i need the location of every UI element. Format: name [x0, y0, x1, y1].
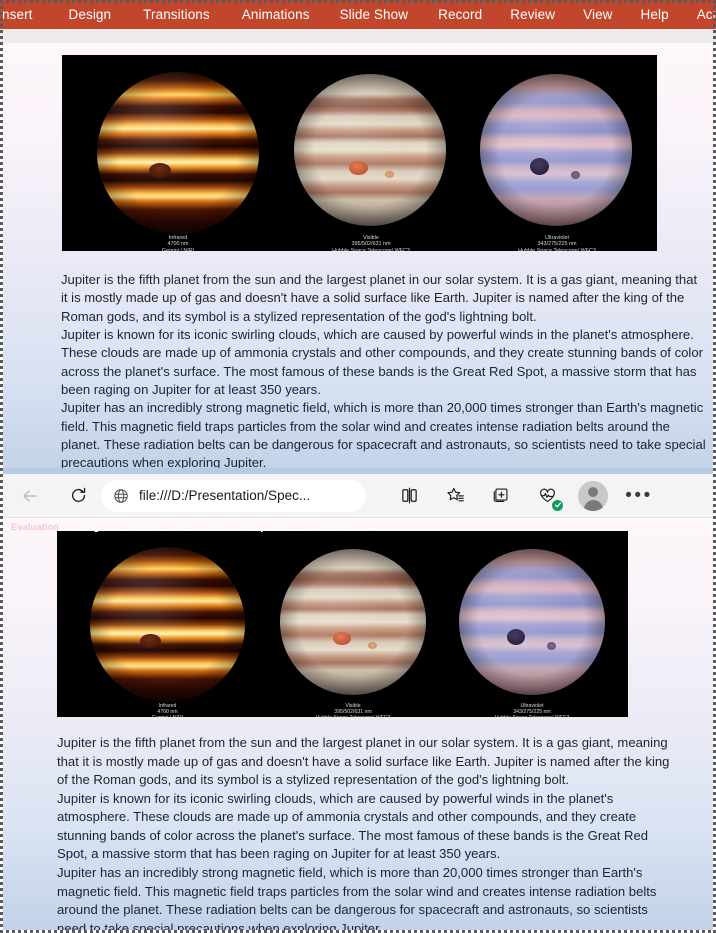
- label-text-ultraviolet-source: Hubble Space Telescope/ WFC3: [518, 247, 596, 251]
- ribbon-tab-animations[interactable]: Animations: [230, 0, 322, 29]
- ribbon-body-strip: [0, 29, 716, 43]
- browser-essentials-status-badge: [552, 499, 563, 511]
- page-planet-ultraviolet: [459, 549, 605, 695]
- ribbon-tab-slide-show[interactable]: Slide Show: [328, 0, 421, 29]
- ribbon-tab-design[interactable]: Design: [57, 0, 124, 29]
- page-label-text-ultraviolet-source: Hubble Space Telescope/ WFC3: [460, 715, 604, 717]
- page-planet-visible: [280, 549, 426, 695]
- page-panel-label-infrared: Infrared 4700 nm Gemini / NIRI: [91, 703, 244, 717]
- ribbon-tab-view[interactable]: View: [571, 0, 624, 29]
- page-panel-label-ultraviolet: Ultraviolet 343/275/225 nm Hubble Space …: [460, 703, 604, 717]
- avatar-head-shape: [588, 486, 598, 497]
- planet-visible-shading: [294, 74, 446, 226]
- address-bar[interactable]: file:///D:/Presentation/Spec...: [101, 479, 366, 512]
- page-label-text-visible-source: Hubble Space Telescope/ WFC3: [281, 715, 425, 717]
- label-text-infrared-source: Gemini / NIRI: [161, 247, 195, 251]
- slide-paragraph-2: Jupiter is known for its iconic swirling…: [61, 326, 703, 397]
- slide-paragraph-1: Jupiter is the fifth planet from the sun…: [61, 272, 698, 324]
- page-planet-visible-shading: [280, 549, 426, 695]
- browser-page-content: Evaluation Warning : The document was cr…: [3, 519, 713, 930]
- favorites-icon[interactable]: [440, 481, 470, 511]
- ribbon-tab-acrobat[interactable]: Acrobat: [685, 0, 716, 29]
- refresh-icon[interactable]: [61, 479, 95, 513]
- page-paragraph-2: Jupiter is known for its iconic swirling…: [57, 790, 649, 862]
- slide-panel-label-visible: Visible 395/502/631 nm Hubble Space Tele…: [296, 235, 446, 251]
- ribbon-tab-help[interactable]: Help: [629, 0, 681, 29]
- evaluation-warning-watermark-overlay: Evaluation Warning : The document was cr…: [11, 522, 378, 533]
- label-text-visible-source: Hubble Space Telescope/ WFC3: [332, 247, 410, 251]
- browser-toolbar-actions: •••: [394, 480, 654, 511]
- ribbon-tab-review[interactable]: Review: [498, 0, 567, 29]
- page-paragraph-3: Jupiter has an incredibly strong magneti…: [57, 865, 657, 930]
- back-arrow-icon[interactable]: [13, 479, 47, 513]
- address-bar-url-text: file:///D:/Presentation/Spec...: [139, 488, 311, 503]
- collections-icon[interactable]: [486, 481, 516, 511]
- browser-essentials-icon[interactable]: [532, 481, 563, 511]
- page-planet-ultraviolet-shading: [459, 549, 605, 695]
- page-planet-infrared: [90, 547, 245, 702]
- planet-infrared-shading: [97, 72, 259, 234]
- slide-jupiter-triptych-image: Infrared 4700 nm Gemini / NIRI Visible 3…: [62, 55, 657, 251]
- split-screen-icon[interactable]: [394, 481, 424, 511]
- ribbon-tab-insert[interactable]: nsert: [0, 0, 47, 29]
- browser-toolbar: file:///D:/Presentation/Spec... •••: [3, 474, 713, 518]
- page-paragraph-1: Jupiter is the fifth planet from the sun…: [57, 735, 670, 788]
- ribbon-tab-record[interactable]: Record: [426, 0, 494, 29]
- slide-panel-label-infrared: Infrared 4700 nm Gemini / NIRI: [98, 235, 258, 251]
- globe-icon: [113, 488, 129, 504]
- more-options-icon[interactable]: •••: [624, 481, 654, 511]
- slide-body-textbox[interactable]: Jupiter is the fifth planet from the sun…: [61, 271, 707, 468]
- planet-visible: [294, 74, 446, 226]
- ribbon-tab-transitions[interactable]: Transitions: [131, 0, 222, 29]
- slide-paragraph-3: Jupiter has an incredibly strong magneti…: [61, 400, 706, 468]
- page-panel-label-visible: Visible 395/502/631 nm Hubble Space Tele…: [281, 703, 425, 717]
- ellipsis-glyph: •••: [625, 485, 653, 506]
- powerpoint-ribbon-tabs: nsert Design Transitions Animations Slid…: [0, 0, 716, 29]
- page-planet-infrared-shading: [90, 547, 245, 702]
- profile-avatar-icon[interactable]: [578, 480, 608, 511]
- page-jupiter-triptych-image: Infrared 4700 nm Gemini / NIRI Visible 3…: [57, 531, 628, 717]
- avatar-body-shape: [583, 499, 603, 511]
- page-label-text-infrared-source: Gemini / NIRI: [91, 715, 244, 717]
- screenshot-root: nsert Design Transitions Animations Slid…: [0, 0, 716, 933]
- planet-ultraviolet-shading: [480, 74, 632, 226]
- planet-ultraviolet: [480, 74, 632, 226]
- slide-panel-label-ultraviolet: Ultraviolet 343/275/225 nm Hubble Space …: [482, 235, 632, 251]
- page-body-text: Jupiter is the fifth planet from the sun…: [57, 734, 672, 930]
- powerpoint-slide-surface: Infrared 4700 nm Gemini / NIRI Visible 3…: [3, 43, 713, 468]
- planet-infrared: [97, 72, 259, 234]
